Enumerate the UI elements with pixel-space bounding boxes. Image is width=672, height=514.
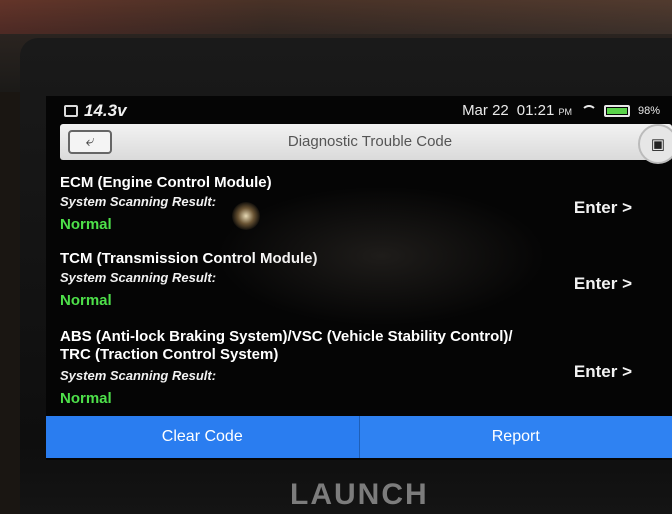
status-right: Mar 22 01:21 PM 98% [462, 102, 660, 119]
wifi-icon [580, 104, 597, 117]
module-row-ecm[interactable]: ECM (Engine Control Module) System Scann… [46, 166, 672, 236]
camera-icon: ▣ [650, 136, 666, 153]
bottom-action-bar: Clear Code Report [46, 416, 672, 458]
module-list: ECM (Engine Control Module) System Scann… [46, 160, 672, 412]
scan-result-label: System Scanning Result: [60, 368, 217, 383]
scan-result-label: System Scanning Result: [60, 270, 217, 285]
page-title: Diagnostic Trouble Code [287, 133, 453, 150]
vci-icon [64, 105, 78, 117]
module-name: ECM (Engine Control Module) [60, 174, 272, 191]
scan-status: Normal [60, 390, 112, 407]
back-button[interactable]: ⤶ [68, 130, 112, 154]
status-date: Mar 22 [462, 102, 509, 119]
status-time-value: 01:21 [516, 102, 555, 119]
battery-percent: 98% [637, 104, 660, 117]
screenshot-button[interactable]: ▣ [638, 124, 672, 164]
scan-status: Normal [60, 216, 112, 233]
device-screen: 14.3v Mar 22 01:21 PM 98% ⤶ Diagnostic T… [46, 96, 672, 460]
module-name: TCM (Transmission Control Module) [60, 250, 318, 267]
module-row-tcm[interactable]: TCM (Transmission Control Module) System… [46, 242, 672, 312]
enter-button-abs[interactable]: Enter > [574, 362, 632, 382]
back-arrow-icon: ⤶ [85, 133, 95, 150]
battery-voltage: 14.3v [84, 101, 127, 120]
status-bar: 14.3v Mar 22 01:21 PM 98% [46, 96, 672, 124]
enter-button-tcm[interactable]: Enter > [574, 274, 632, 294]
report-button[interactable]: Report [359, 416, 672, 458]
brand-logo: LAUNCH [290, 478, 429, 511]
module-row-abs[interactable]: ABS (Anti-lock Braking System)/VSC (Vehi… [46, 322, 672, 414]
title-bar: ⤶ Diagnostic Trouble Code ▣ [60, 124, 672, 164]
status-time: 01:21 PM [517, 102, 572, 119]
enter-button-ecm[interactable]: Enter > [574, 198, 632, 218]
battery-icon [603, 104, 630, 117]
status-left: 14.3v [64, 101, 127, 121]
status-ampm: PM [558, 107, 572, 117]
clear-code-button[interactable]: Clear Code [46, 416, 360, 458]
battery-fill [606, 107, 627, 114]
scan-result-label: System Scanning Result: [60, 194, 217, 209]
module-name: ABS (Anti-lock Braking System)/VSC (Vehi… [60, 328, 513, 363]
scan-status: Normal [60, 292, 112, 309]
